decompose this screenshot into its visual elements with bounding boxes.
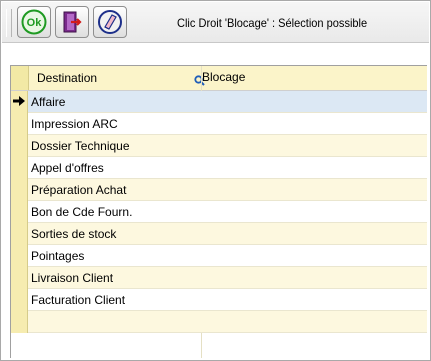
cell-destination[interactable]: Sorties de stock — [31, 223, 201, 245]
table-row[interactable]: Facturation Client — [11, 289, 427, 311]
window: Ok Clic Droit 'Blocage' : Sélection poss… — [0, 0, 431, 361]
row-selector[interactable] — [11, 157, 28, 179]
cell-destination[interactable] — [31, 311, 201, 333]
cell-blocage[interactable] — [202, 311, 427, 333]
destination-grid: Destination Blocage Affaire Impression A… — [10, 65, 427, 358]
table-row[interactable]: Dossier Technique — [11, 135, 427, 157]
row-selector[interactable] — [11, 223, 28, 245]
exit-button[interactable] — [55, 6, 89, 38]
eraser-icon — [98, 10, 122, 34]
row-selector[interactable] — [11, 289, 28, 311]
cell-blocage[interactable] — [202, 113, 427, 135]
cell-destination[interactable]: Impression ARC — [31, 113, 201, 135]
cell-blocage[interactable] — [202, 267, 427, 289]
table-row[interactable] — [11, 311, 427, 333]
row-selector[interactable] — [11, 179, 28, 201]
svg-text:Ok: Ok — [27, 17, 43, 29]
row-selector[interactable] — [11, 311, 28, 333]
row-selector[interactable] — [11, 201, 28, 223]
cell-destination[interactable]: Appel d'offres — [31, 157, 201, 179]
cell-blocage[interactable] — [202, 201, 427, 223]
row-selector[interactable] — [11, 135, 28, 157]
cell-blocage[interactable] — [202, 135, 427, 157]
cell-destination[interactable]: Affaire — [31, 91, 201, 113]
cell-destination[interactable]: Pointages — [31, 245, 201, 267]
clear-button[interactable] — [93, 6, 127, 38]
column-header-destination[interactable]: Destination — [37, 71, 97, 85]
cell-destination[interactable]: Bon de Cde Fourn. — [31, 201, 201, 223]
table-row[interactable]: Livraison Client — [11, 267, 427, 289]
table-row[interactable]: Affaire — [11, 91, 427, 113]
table-row[interactable]: Préparation Achat — [11, 179, 427, 201]
table-row[interactable]: Appel d'offres — [11, 157, 427, 179]
cell-blocage[interactable] — [202, 179, 427, 201]
ok-icon: Ok — [21, 9, 47, 35]
cell-destination[interactable]: Livraison Client — [31, 267, 201, 289]
cell-destination[interactable]: Dossier Technique — [31, 135, 201, 157]
toolbar: Ok Clic Droit 'Blocage' : Sélection poss… — [2, 2, 429, 43]
ok-button[interactable]: Ok — [17, 6, 51, 38]
cell-blocage[interactable] — [202, 223, 427, 245]
cell-blocage[interactable] — [202, 289, 427, 311]
row-selector[interactable] — [11, 267, 28, 289]
table-row[interactable]: Bon de Cde Fourn. — [11, 201, 427, 223]
cell-blocage[interactable] — [202, 245, 427, 267]
row-selector-header — [11, 66, 29, 90]
current-row-arrow-icon — [13, 96, 25, 106]
cell-blocage[interactable] — [202, 91, 427, 113]
toolbar-grip[interactable] — [6, 9, 12, 37]
table-row[interactable]: Pointages — [11, 245, 427, 267]
table-row[interactable]: Sorties de stock — [11, 223, 427, 245]
exit-door-icon — [63, 11, 82, 33]
row-selector[interactable] — [11, 245, 28, 267]
column-header-blocage[interactable]: Blocage — [202, 70, 245, 84]
row-selector[interactable] — [11, 91, 28, 113]
cell-blocage[interactable] — [202, 157, 427, 179]
table-row[interactable]: Impression ARC — [11, 113, 427, 135]
row-selector[interactable] — [11, 113, 28, 135]
grid-header: Destination Blocage — [11, 66, 427, 91]
cell-destination[interactable]: Facturation Client — [31, 289, 201, 311]
cell-destination[interactable]: Préparation Achat — [31, 179, 201, 201]
toolbar-message: Clic Droit 'Blocage' : Sélection possibl… — [177, 16, 368, 30]
